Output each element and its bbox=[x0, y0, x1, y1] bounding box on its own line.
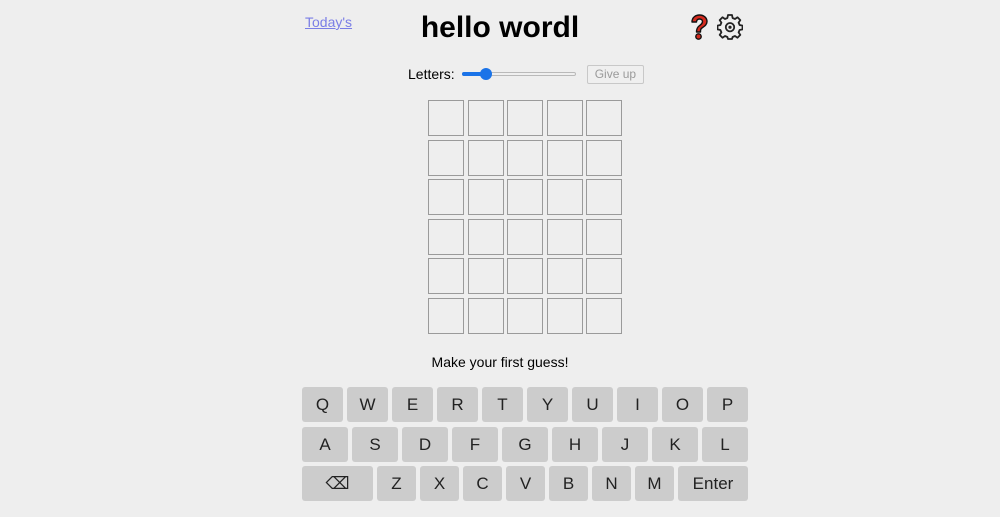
game-board bbox=[428, 100, 622, 334]
letters-control: Letters: Give up bbox=[408, 64, 645, 84]
keyboard-row-3: ⌫ Z X C V B N M Enter bbox=[302, 466, 748, 501]
board-tile bbox=[546, 179, 583, 216]
key-b[interactable]: B bbox=[549, 466, 588, 501]
key-q[interactable]: Q bbox=[302, 387, 343, 422]
board-tile bbox=[546, 139, 583, 176]
letters-label: Letters: bbox=[408, 66, 455, 82]
board-tile bbox=[428, 139, 464, 176]
board-tile bbox=[586, 297, 622, 334]
settings-button[interactable] bbox=[716, 13, 744, 41]
keyboard-row-1: QWERTYUIOP bbox=[302, 387, 748, 422]
key-x[interactable]: X bbox=[420, 466, 459, 501]
key-d[interactable]: D bbox=[402, 427, 448, 462]
board-tile bbox=[586, 179, 622, 216]
board-tile bbox=[586, 139, 622, 176]
key-k[interactable]: K bbox=[652, 427, 698, 462]
board-tile bbox=[507, 297, 543, 334]
board-tile bbox=[507, 100, 543, 136]
board-tile bbox=[546, 218, 583, 255]
key-z[interactable]: Z bbox=[377, 466, 416, 501]
key-a[interactable]: A bbox=[302, 427, 348, 462]
board-tile bbox=[467, 218, 504, 255]
key-g[interactable]: G bbox=[502, 427, 548, 462]
key-f[interactable]: F bbox=[452, 427, 498, 462]
key-p[interactable]: P bbox=[707, 387, 748, 422]
board-tile bbox=[507, 139, 543, 176]
board-tile bbox=[467, 258, 504, 295]
board-tile bbox=[467, 139, 504, 176]
board-tile bbox=[586, 218, 622, 255]
board-tile bbox=[507, 218, 543, 255]
gear-icon bbox=[717, 14, 743, 40]
key-r[interactable]: R bbox=[437, 387, 478, 422]
key-o[interactable]: O bbox=[662, 387, 703, 422]
key-u[interactable]: U bbox=[572, 387, 613, 422]
board-tile bbox=[546, 297, 583, 334]
key-c[interactable]: C bbox=[463, 466, 502, 501]
backspace-key[interactable]: ⌫ bbox=[302, 466, 373, 501]
slider-thumb[interactable] bbox=[480, 68, 493, 80]
key-i[interactable]: I bbox=[617, 387, 658, 422]
key-e[interactable]: E bbox=[392, 387, 433, 422]
board-tile bbox=[586, 258, 622, 295]
page-title: hello wordl bbox=[420, 11, 580, 44]
board-tile bbox=[428, 179, 464, 216]
key-s[interactable]: S bbox=[352, 427, 398, 462]
key-t[interactable]: T bbox=[482, 387, 523, 422]
give-up-button[interactable]: Give up bbox=[586, 64, 645, 84]
board-tile bbox=[546, 258, 583, 295]
question-mark-icon bbox=[691, 14, 708, 40]
keyboard-row-2: ASDFGHJKL bbox=[302, 427, 748, 462]
board-tile bbox=[586, 100, 622, 136]
board-tile bbox=[507, 258, 543, 295]
letters-slider[interactable] bbox=[461, 67, 576, 81]
key-l[interactable]: L bbox=[702, 427, 748, 462]
board-tile bbox=[546, 100, 583, 136]
key-y[interactable]: Y bbox=[527, 387, 568, 422]
key-n[interactable]: N bbox=[592, 466, 631, 501]
status-message: Make your first guess! bbox=[431, 354, 569, 370]
board-tile bbox=[467, 297, 504, 334]
board-tile bbox=[428, 297, 464, 334]
enter-key[interactable]: Enter bbox=[678, 466, 748, 501]
board-tile bbox=[428, 218, 464, 255]
key-m[interactable]: M bbox=[635, 466, 674, 501]
key-v[interactable]: V bbox=[506, 466, 545, 501]
board-tile bbox=[507, 179, 543, 216]
board-tile bbox=[467, 100, 504, 136]
key-w[interactable]: W bbox=[347, 387, 388, 422]
board-tile bbox=[428, 100, 464, 136]
board-tile bbox=[428, 258, 464, 295]
key-j[interactable]: J bbox=[602, 427, 648, 462]
help-button[interactable] bbox=[685, 13, 713, 41]
app: Today's hello wordl Letters: Give up Mak… bbox=[0, 0, 1000, 517]
board-tile bbox=[467, 179, 504, 216]
key-h[interactable]: H bbox=[552, 427, 598, 462]
